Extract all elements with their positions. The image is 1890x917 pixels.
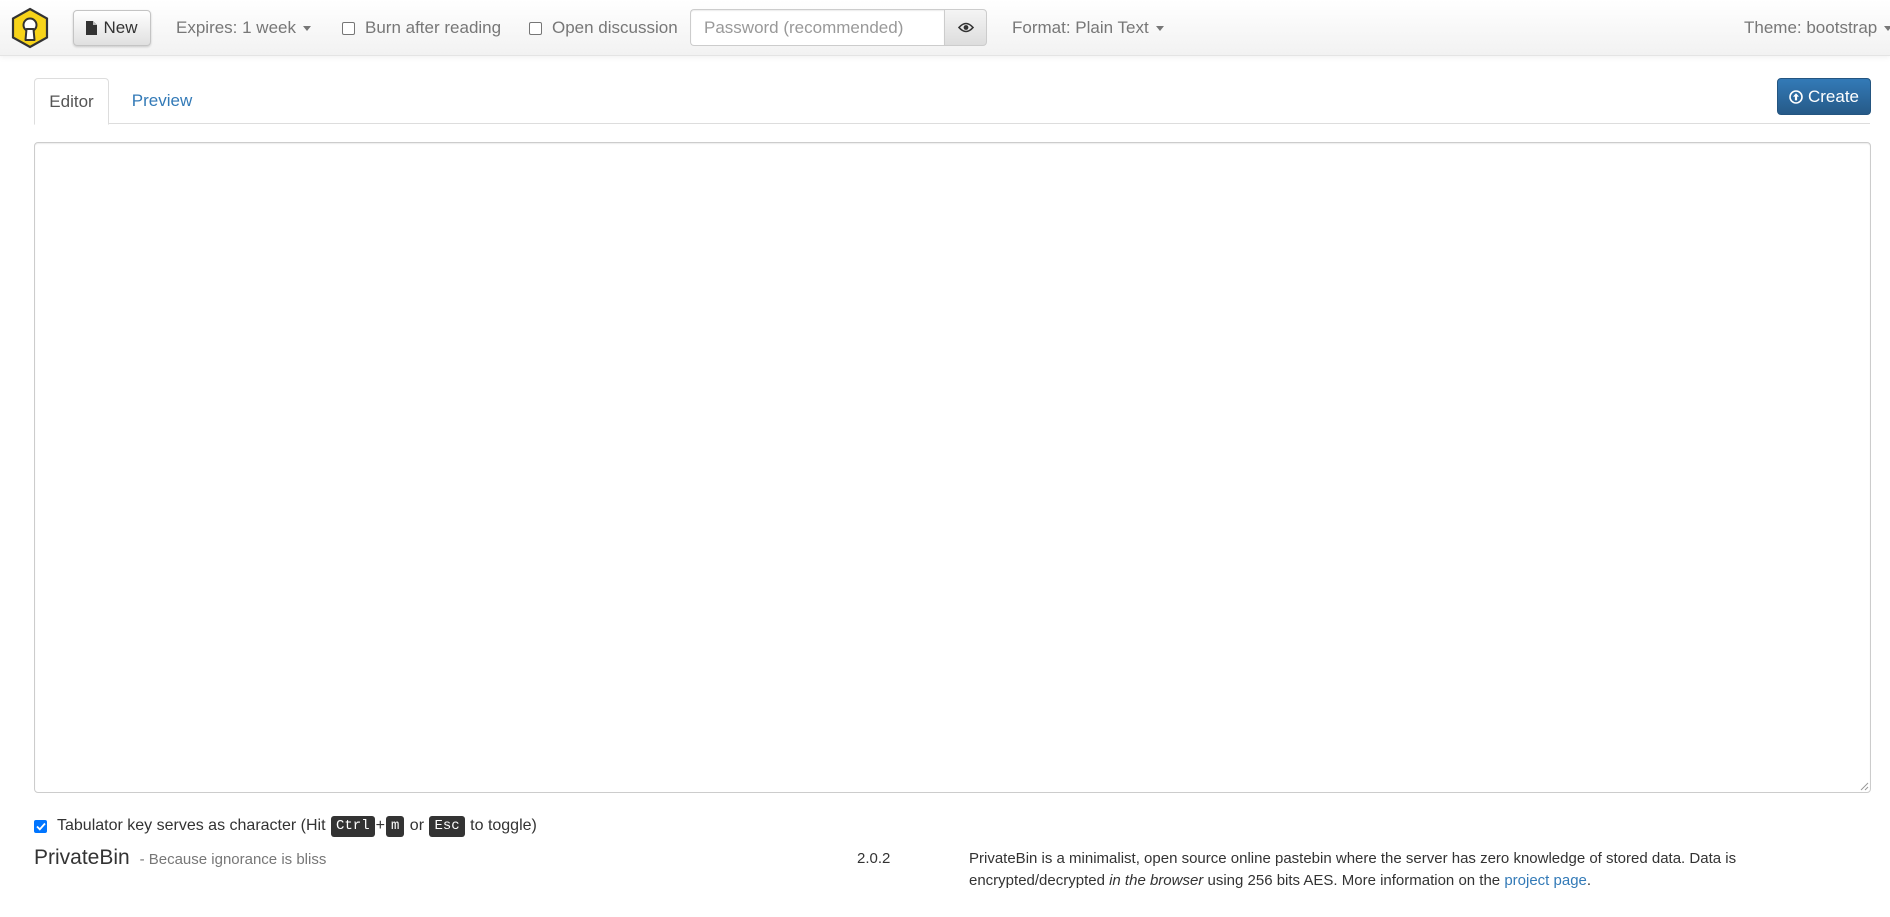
top-navbar: New Expires: 1 week Burn after reading O… xyxy=(0,0,1890,56)
about-text: PrivateBin is a minimalist, open source … xyxy=(969,848,1829,892)
create-button-label: Create xyxy=(1807,86,1860,106)
about-end: . xyxy=(1586,872,1592,889)
open-discussion-option[interactable]: Open discussion xyxy=(529,0,678,56)
new-button-label: New xyxy=(103,18,138,37)
password-group xyxy=(690,9,987,46)
upload-circle-icon xyxy=(1789,89,1803,104)
about-part2: using 256 bits AES. More information on … xyxy=(1203,872,1505,889)
kbd-m: m xyxy=(385,815,405,837)
caret-down-icon xyxy=(1155,25,1164,31)
format-dropdown[interactable]: Format: Plain Text xyxy=(1012,0,1164,56)
burn-after-reading-checkbox[interactable] xyxy=(342,21,355,35)
burn-after-reading-option[interactable]: Burn after reading xyxy=(342,0,501,56)
tab-preview-label: Preview xyxy=(131,91,193,110)
caret-down-icon xyxy=(303,25,311,31)
tab-editor[interactable]: Editor xyxy=(34,78,109,125)
burn-after-reading-label: Burn after reading xyxy=(365,18,502,37)
password-input[interactable] xyxy=(690,9,944,46)
checkmark-icon xyxy=(35,822,46,831)
new-paste-button[interactable]: New xyxy=(73,10,151,46)
editor-tabs: Editor Preview xyxy=(34,78,1870,125)
expires-dropdown[interactable]: Expires: 1 week xyxy=(176,0,311,56)
privatebin-logo-icon[interactable] xyxy=(10,7,50,49)
theme-dropdown[interactable]: Theme: bootstrap xyxy=(1744,0,1890,56)
open-discussion-checkbox[interactable] xyxy=(529,21,542,35)
tab-key-checkbox[interactable] xyxy=(34,819,47,833)
tab-editor-label: Editor xyxy=(49,91,94,111)
kbd-ctrl: Ctrl xyxy=(331,815,375,837)
tab-preview[interactable]: Preview xyxy=(118,78,206,124)
app-tagline: - Because ignorance is bliss xyxy=(139,851,327,868)
theme-label: Theme: bootstrap xyxy=(1744,18,1878,37)
show-password-button[interactable] xyxy=(944,9,987,46)
caret-down-icon xyxy=(1884,25,1890,31)
open-discussion-label: Open discussion xyxy=(552,18,678,37)
eye-icon xyxy=(957,22,974,33)
file-icon xyxy=(86,21,98,35)
format-label: Format: Plain Text xyxy=(1012,18,1149,37)
tab-option-or: or xyxy=(405,817,429,834)
tab-key-option[interactable]: Tabulator key serves as character (Hit C… xyxy=(34,814,537,838)
tab-option-plus: + xyxy=(375,817,385,834)
app-name: PrivateBin xyxy=(34,846,130,869)
tab-option-text-before: Tabulator key serves as character (Hit xyxy=(57,817,330,834)
expires-label: Expires: 1 week xyxy=(176,18,296,37)
tab-option-text-after: to toggle) xyxy=(465,817,537,834)
footer-brand: PrivateBin - Because ignorance is bliss xyxy=(34,846,326,870)
paste-editor-textarea[interactable] xyxy=(34,142,1871,793)
resize-grip-icon[interactable] xyxy=(1859,781,1869,791)
kbd-esc: Esc xyxy=(429,815,465,837)
create-button[interactable]: Create xyxy=(1777,78,1871,115)
project-page-link[interactable]: project page xyxy=(1504,872,1587,889)
about-italic: in the browser xyxy=(1109,872,1204,889)
app-version: 2.0.2 xyxy=(857,850,891,867)
